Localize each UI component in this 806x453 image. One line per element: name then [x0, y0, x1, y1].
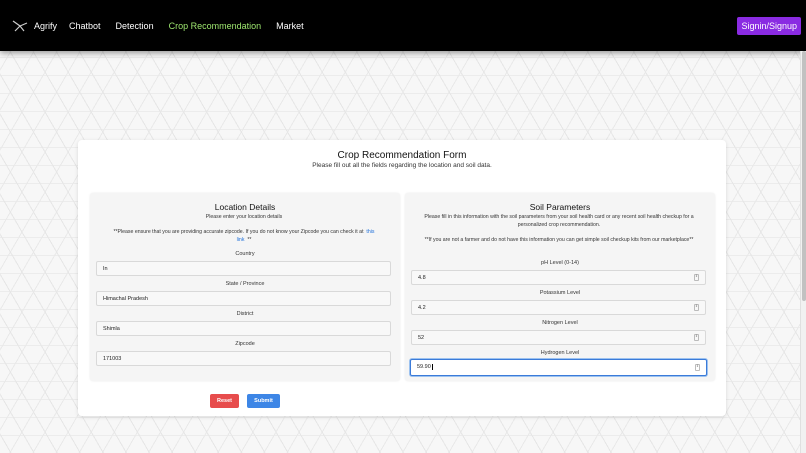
logo-icon: [12, 20, 28, 31]
text-cursor: [431, 364, 433, 370]
page-scrollbar[interactable]: [800, 51, 806, 453]
zipcode-note: **Please ensure that you are providing a…: [113, 229, 375, 243]
hydrogen-input[interactable]: 59.90 ⇕: [410, 359, 707, 376]
signin-button[interactable]: Signin/Signup: [737, 17, 801, 35]
nav-detection[interactable]: Detection: [116, 21, 154, 31]
hydrogen-stepper-icon[interactable]: ⇕: [695, 364, 700, 371]
nav-crop-recommendation[interactable]: Crop Recommendation: [169, 21, 262, 31]
brand[interactable]: Agrify: [12, 19, 57, 33]
form-card: Crop Recommendation Form Please fill out…: [78, 140, 726, 416]
country-input[interactable]: In: [96, 261, 391, 276]
ph-stepper-icon[interactable]: ⇕: [694, 274, 699, 281]
soil-title: Soil Parameters: [529, 202, 591, 212]
potassium-input[interactable]: 4.2 ⇕: [411, 300, 706, 315]
state-label: State / Province: [225, 281, 265, 287]
soil-panel: Soil Parameters Please fill in this info…: [405, 193, 715, 381]
scrollbar-thumb[interactable]: [802, 51, 806, 301]
location-panel: Location Details Please enter your locat…: [90, 193, 400, 381]
district-label: District: [236, 311, 254, 317]
country-label: Country: [235, 251, 255, 257]
state-input[interactable]: Himachal Pradesh: [96, 291, 391, 306]
nav-chatbot[interactable]: Chatbot: [69, 21, 101, 31]
reset-button[interactable]: Reset: [210, 394, 239, 408]
hydrogen-label: Hydrogen Level: [540, 350, 580, 356]
district-input[interactable]: Shimla: [96, 321, 391, 336]
potassium-stepper-icon[interactable]: ⇕: [694, 304, 699, 311]
location-subtitle: Please enter your location details: [205, 214, 283, 220]
marketplace-note: **If you are not a farmer and do not hav…: [424, 237, 694, 243]
navbar: Agrify Chatbot Detection Crop Recommenda…: [0, 0, 806, 51]
ph-label: pH Level (0-14): [541, 260, 579, 266]
location-title: Location Details: [214, 202, 276, 212]
nav-market[interactable]: Market: [276, 21, 304, 31]
nitrogen-input[interactable]: 52 ⇕: [411, 330, 706, 345]
ph-input[interactable]: 4.8 ⇕: [411, 270, 706, 285]
form-title: Crop Recommendation Form: [337, 150, 467, 161]
zipcode-input[interactable]: 171003: [96, 351, 391, 366]
submit-button[interactable]: Submit: [247, 394, 280, 408]
nitrogen-label: Nitrogen Level: [542, 320, 578, 326]
potassium-label: Potassium Level: [539, 290, 581, 296]
nitrogen-stepper-icon[interactable]: ⇕: [694, 334, 699, 341]
soil-subtitle: Please fill in this information with the…: [424, 214, 694, 228]
brand-name: Agrify: [34, 20, 58, 31]
form-subtitle: Please fill out all the fields regarding…: [312, 162, 492, 169]
zipcode-label: Zipcode: [235, 341, 255, 347]
nav-links: Chatbot Detection Crop Recommendation Ma…: [69, 21, 319, 31]
